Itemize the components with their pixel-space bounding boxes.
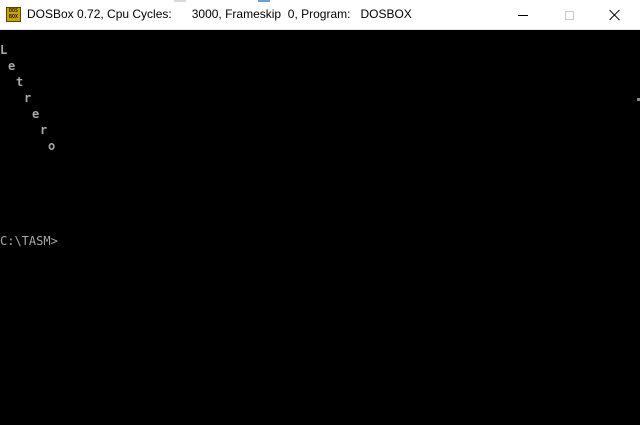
window-title: DOSBox 0.72, Cpu Cycles: 3000, Frameskip… [27, 7, 412, 21]
screen-letter: e [8, 59, 16, 73]
maximize-button[interactable] [546, 0, 592, 30]
screen-letter: o [48, 139, 56, 153]
minimize-button[interactable] [500, 0, 546, 30]
title-bar[interactable]: DOS BOX DOSBox 0.72, Cpu Cycles: 3000, F… [0, 0, 640, 30]
title-bar-accent [258, 0, 270, 2]
command-prompt[interactable]: C:\TASM> [0, 234, 58, 248]
screen-letter: r [40, 123, 48, 137]
title-bar-accent [174, 0, 186, 2]
maximize-icon [564, 10, 574, 20]
minimize-icon [518, 14, 528, 16]
dosbox-app-icon[interactable]: DOS BOX [6, 7, 21, 22]
app-icon-text-bottom: BOX [8, 14, 19, 20]
close-icon [609, 9, 621, 21]
screen-letter: L [0, 43, 8, 57]
screen-letter: e [32, 107, 40, 121]
screen-letter: r [24, 91, 32, 105]
close-button[interactable] [592, 0, 638, 30]
dos-screen[interactable]: L e t r e r o C:\TASM> [0, 30, 640, 425]
screen-letter: t [16, 75, 24, 89]
dosbox-window: DOS BOX DOSBox 0.72, Cpu Cycles: 3000, F… [0, 0, 640, 425]
